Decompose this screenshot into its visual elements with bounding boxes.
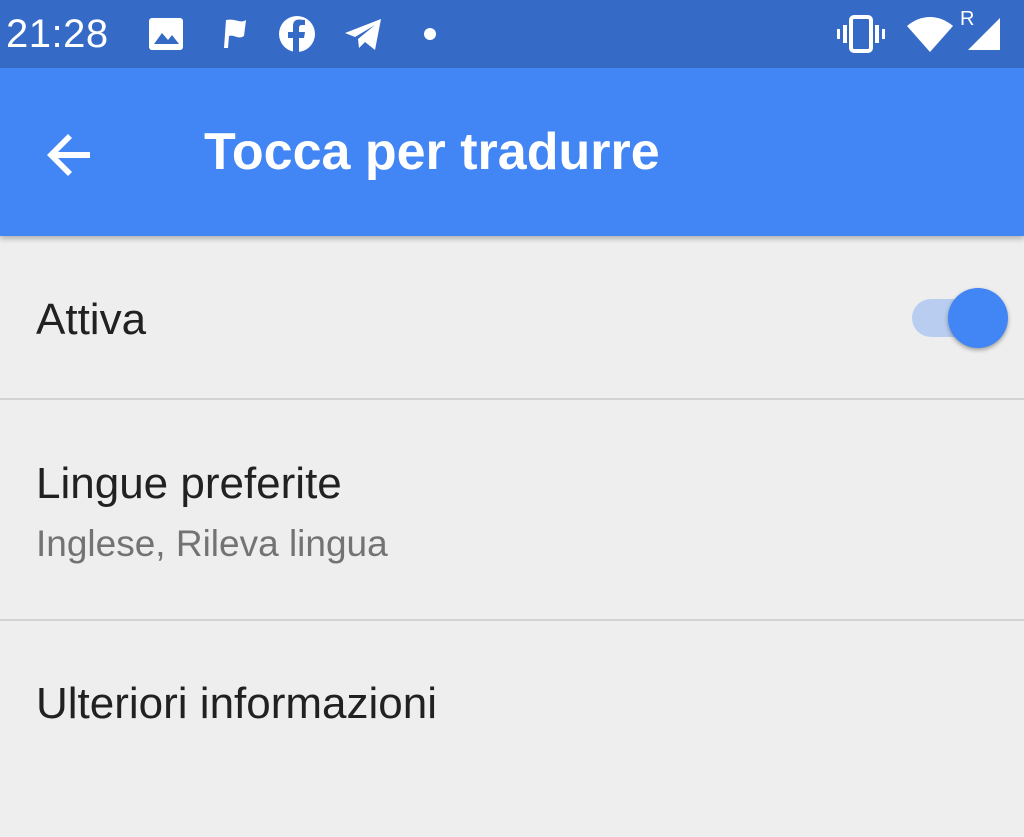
wifi-icon [907, 17, 953, 52]
setting-preferred-languages-summary: Inglese, Rileva lingua [36, 523, 388, 564]
image-icon [149, 18, 183, 50]
status-time: 21:28 [6, 12, 109, 56]
toggle-thumb [948, 288, 1008, 348]
vibrate-icon [837, 15, 885, 53]
facebook-icon [279, 16, 315, 52]
status-bar: 21:28 R [0, 0, 1024, 68]
page-title: Tocca per tradurre [204, 123, 660, 181]
enable-toggle[interactable] [910, 286, 1012, 350]
flag-icon [224, 19, 246, 48]
app-bar: Tocca per tradurre [0, 68, 1024, 236]
signal-icon [968, 18, 1000, 50]
setting-enable-label: Attiva [36, 295, 147, 344]
setting-preferred-languages-label: Lingue preferite [36, 459, 342, 508]
arrow-back-icon[interactable] [28, 112, 112, 196]
telegram-icon [345, 19, 381, 50]
dot-icon [424, 28, 436, 40]
setting-more-info-label: Ulteriori informazioni [36, 679, 438, 728]
setting-enable-row[interactable] [0, 236, 1024, 398]
